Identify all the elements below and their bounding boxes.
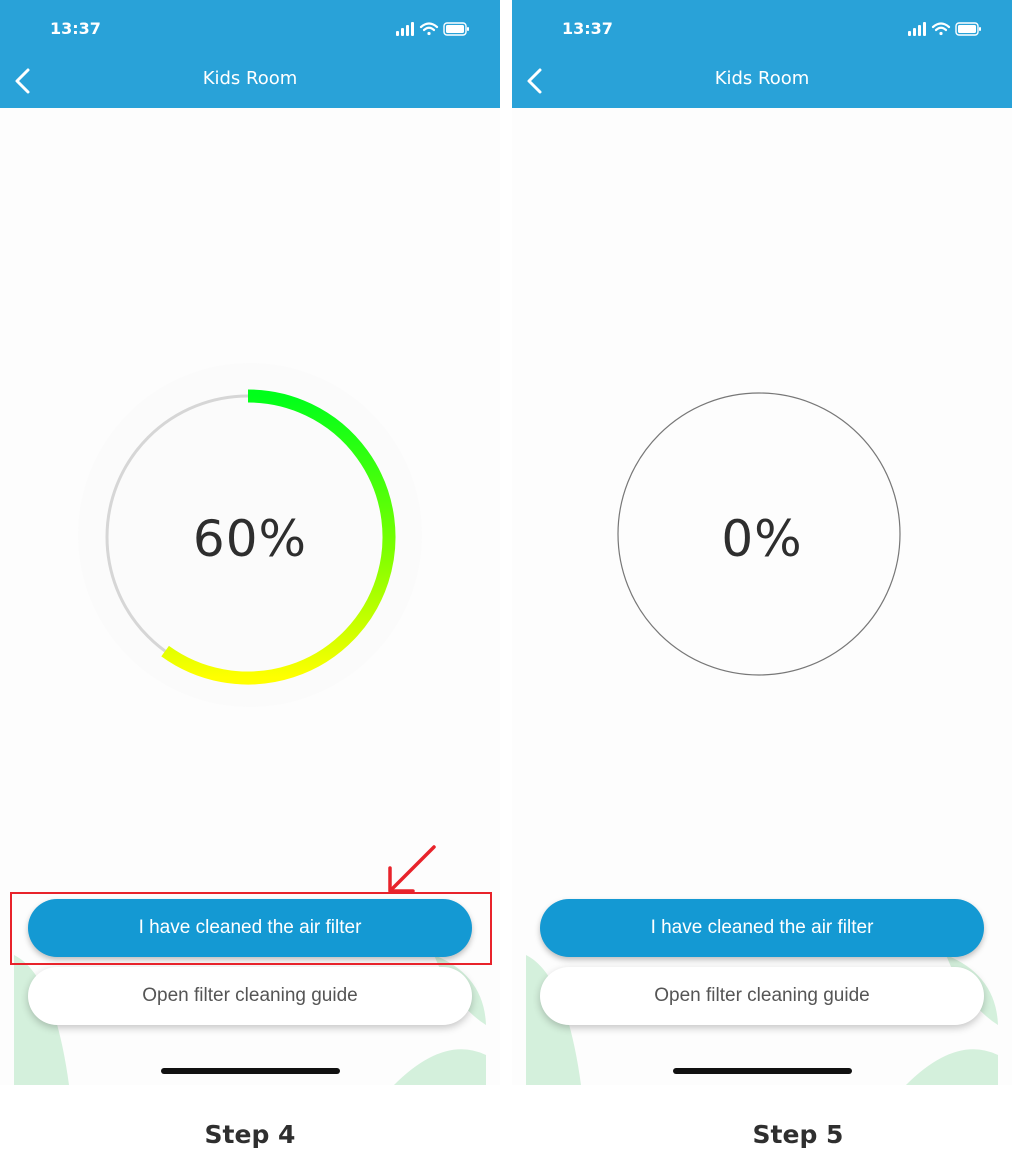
phone-screen-step-5: 13:37 Kids Room 0% I have cleaned the ai… bbox=[512, 0, 1012, 1085]
home-indicator bbox=[161, 1068, 340, 1074]
status-icons bbox=[396, 22, 469, 36]
status-icons bbox=[908, 22, 981, 36]
home-indicator bbox=[673, 1068, 852, 1074]
battery-icon bbox=[443, 22, 469, 36]
gauge-percentage: 0% bbox=[721, 510, 803, 568]
status-time: 13:37 bbox=[562, 19, 613, 38]
gauge-ring bbox=[78, 363, 422, 707]
filter-progress-gauge: 60% bbox=[40, 265, 460, 735]
wifi-icon bbox=[931, 22, 951, 36]
gauge-percentage: 60% bbox=[192, 510, 308, 568]
page-title: Kids Room bbox=[714, 68, 810, 89]
step-label-5: Step 5 bbox=[752, 1120, 844, 1149]
page-title: Kids Room bbox=[202, 68, 298, 89]
red-arrow-icon bbox=[388, 845, 436, 893]
gauge-ring bbox=[617, 392, 901, 676]
signal-icon bbox=[396, 22, 414, 36]
signal-icon bbox=[908, 22, 926, 36]
step-label-4: Step 4 bbox=[204, 1120, 296, 1149]
open-cleaning-guide-button[interactable]: Open filter cleaning guide bbox=[28, 967, 472, 1025]
wifi-icon bbox=[419, 22, 439, 36]
app-header: 13:37 Kids Room bbox=[512, 0, 1012, 108]
highlight-box bbox=[10, 892, 492, 965]
cleaned-filter-button[interactable]: I have cleaned the air filter bbox=[540, 899, 984, 957]
app-header: 13:37 Kids Room bbox=[0, 0, 500, 108]
status-time: 13:37 bbox=[50, 19, 101, 38]
open-cleaning-guide-button[interactable]: Open filter cleaning guide bbox=[540, 967, 984, 1025]
filter-progress-gauge: 0% bbox=[552, 265, 972, 735]
battery-icon bbox=[955, 22, 981, 36]
